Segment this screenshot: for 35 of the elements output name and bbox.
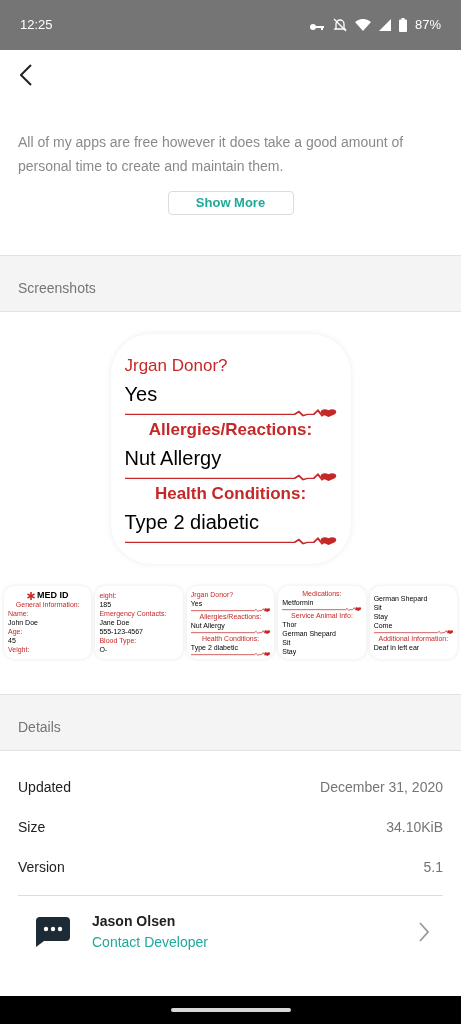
heartbeat-divider-icon — [373, 629, 454, 634]
medical-star-icon — [26, 591, 35, 600]
field-label: Jrgan Donor? — [124, 355, 228, 377]
developer-name: Jason Olsen — [92, 912, 177, 931]
section-title: Details — [18, 718, 61, 737]
heartbeat-divider-icon — [282, 607, 362, 611]
status-time: 12:25 — [20, 16, 53, 35]
field-value: Nut Allergy — [124, 446, 222, 471]
chevron-right-icon[interactable] — [419, 922, 429, 942]
field-label: Health Conditions: — [154, 483, 307, 505]
app-description: All of my apps are free however it does take a good amount of personal time to create and maintain them. — [18, 133, 405, 176]
field-label: Allergies/Reactions: — [148, 419, 313, 441]
detail-label: Updated — [18, 777, 71, 797]
battery-icon — [398, 18, 407, 32]
heartbeat-divider-icon — [124, 409, 337, 417]
detail-label: Version — [18, 857, 65, 877]
heartbeat-divider-icon — [190, 607, 271, 612]
section-title: Screenshots — [18, 279, 96, 298]
chat-bubble-icon — [36, 917, 70, 947]
bell-off-icon — [332, 18, 347, 32]
battery-percentage: 87% — [414, 16, 441, 35]
logo-text: MED ID — [36, 591, 69, 600]
heartbeat-divider-icon — [124, 473, 337, 481]
detail-label: Size — [18, 817, 46, 837]
detail-value: December 31, 2020 — [320, 777, 443, 797]
detail-value: 5.1 — [423, 857, 443, 877]
home-handle[interactable] — [170, 1008, 291, 1012]
wifi-icon — [354, 19, 371, 31]
field-value: Type 2 diabetic — [124, 510, 260, 535]
heartbeat-divider-icon — [190, 629, 271, 634]
detail-value: 34.10KiB — [386, 817, 443, 837]
field-value: Yes — [124, 382, 158, 407]
heartbeat-divider-icon — [124, 537, 337, 545]
heartbeat-divider-icon — [190, 651, 271, 656]
signal-icon — [378, 19, 391, 31]
